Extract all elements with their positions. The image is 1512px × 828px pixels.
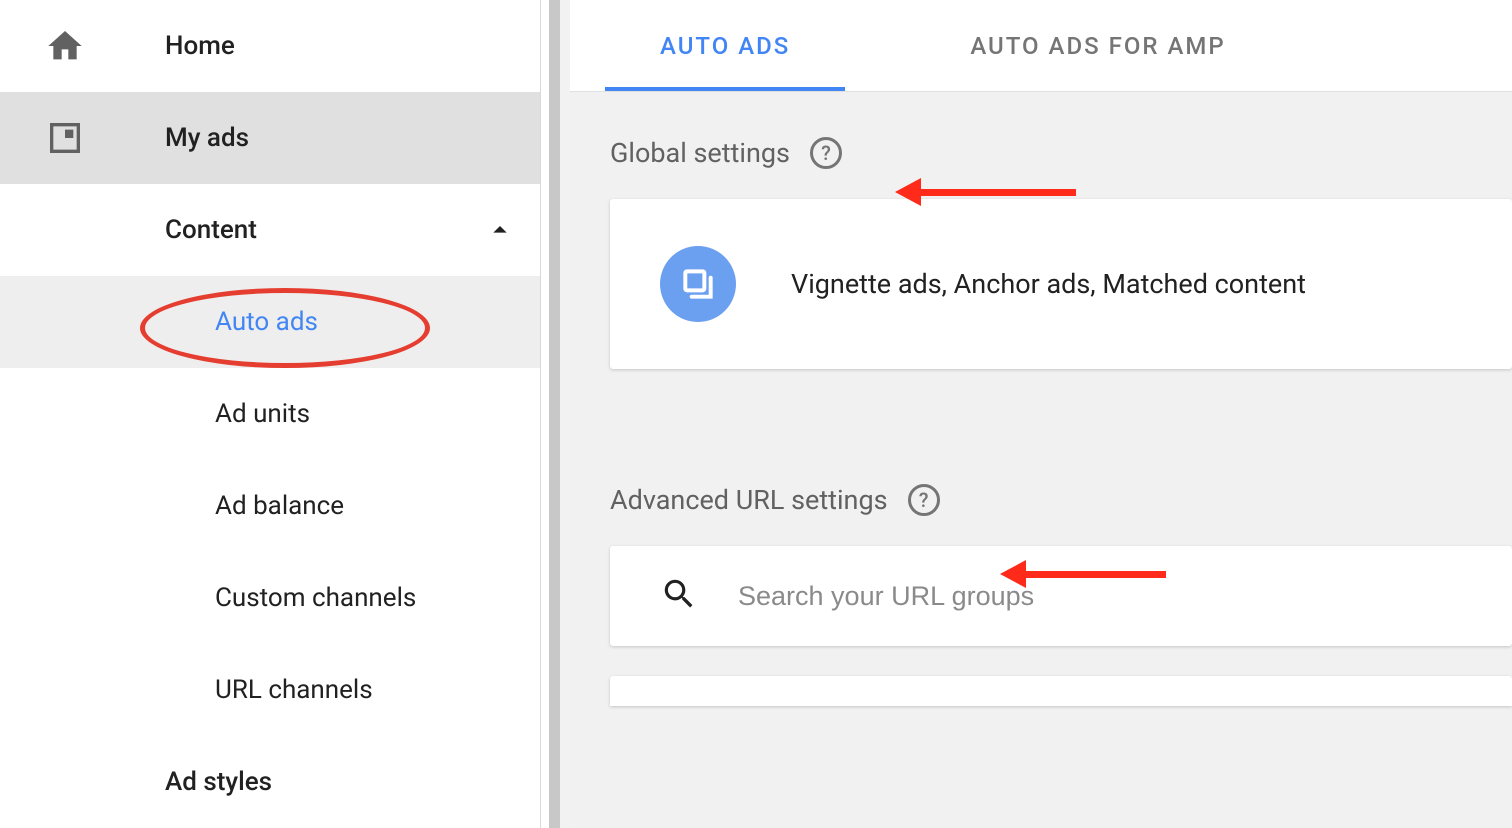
sidebar-sub-custom-channels[interactable]: Custom channels xyxy=(0,552,540,644)
search-icon xyxy=(660,575,698,617)
ad-formats-icon xyxy=(660,246,736,322)
sidebar-item-content[interactable]: Content xyxy=(0,184,540,276)
sidebar-sub-ad-units[interactable]: Ad units xyxy=(0,368,540,460)
sidebar-label-my-ads: My ads xyxy=(165,123,540,153)
sidebar-sub-label: Custom channels xyxy=(215,583,416,613)
sidebar-sub-label: URL channels xyxy=(215,675,373,705)
app-root: Home My ads Content Auto ads Ad units Ad… xyxy=(0,0,1512,828)
url-search-input[interactable] xyxy=(738,581,1462,612)
global-settings-card[interactable]: Vignette ads, Anchor ads, Matched conten… xyxy=(610,199,1512,369)
sidebar-item-home[interactable]: Home xyxy=(0,0,540,92)
sidebar-item-ad-styles[interactable]: Ad styles xyxy=(0,736,540,828)
sidebar-divider xyxy=(540,0,570,828)
url-search-card xyxy=(610,546,1512,646)
tabs: AUTO ADS AUTO ADS FOR AMP xyxy=(570,0,1512,92)
sidebar-sub-label: Auto ads xyxy=(215,307,318,337)
section-title: Advanced URL settings xyxy=(610,484,888,516)
url-groups-card xyxy=(610,676,1512,706)
main-content: AUTO ADS AUTO ADS FOR AMP Global setting… xyxy=(570,0,1512,828)
advanced-url-header: Advanced URL settings ? xyxy=(570,439,1512,546)
section-title: Global settings xyxy=(610,137,790,169)
sidebar-sub-label: Ad balance xyxy=(215,491,344,521)
sidebar-item-my-ads[interactable]: My ads xyxy=(0,92,540,184)
sidebar-sub-auto-ads[interactable]: Auto ads xyxy=(0,276,540,368)
sidebar: Home My ads Content Auto ads Ad units Ad… xyxy=(0,0,540,828)
tab-label: AUTO ADS xyxy=(660,32,790,60)
sidebar-label-home: Home xyxy=(165,31,540,61)
help-icon[interactable]: ? xyxy=(908,484,940,516)
sidebar-label-ad-styles: Ad styles xyxy=(165,767,540,797)
tab-auto-ads[interactable]: AUTO ADS xyxy=(570,0,880,91)
sidebar-sub-label: Ad units xyxy=(215,399,310,429)
my-ads-icon xyxy=(0,118,165,158)
sidebar-sub-ad-balance[interactable]: Ad balance xyxy=(0,460,540,552)
chevron-up-icon xyxy=(460,214,540,246)
help-icon[interactable]: ? xyxy=(810,137,842,169)
tab-label: AUTO ADS FOR AMP xyxy=(970,32,1225,60)
global-settings-summary: Vignette ads, Anchor ads, Matched conten… xyxy=(791,268,1306,300)
home-icon xyxy=(0,26,165,66)
tab-auto-ads-amp[interactable]: AUTO ADS FOR AMP xyxy=(880,0,1315,91)
sidebar-sub-url-channels[interactable]: URL channels xyxy=(0,644,540,736)
global-settings-header: Global settings ? xyxy=(570,92,1512,199)
sidebar-label-content: Content xyxy=(165,215,460,245)
